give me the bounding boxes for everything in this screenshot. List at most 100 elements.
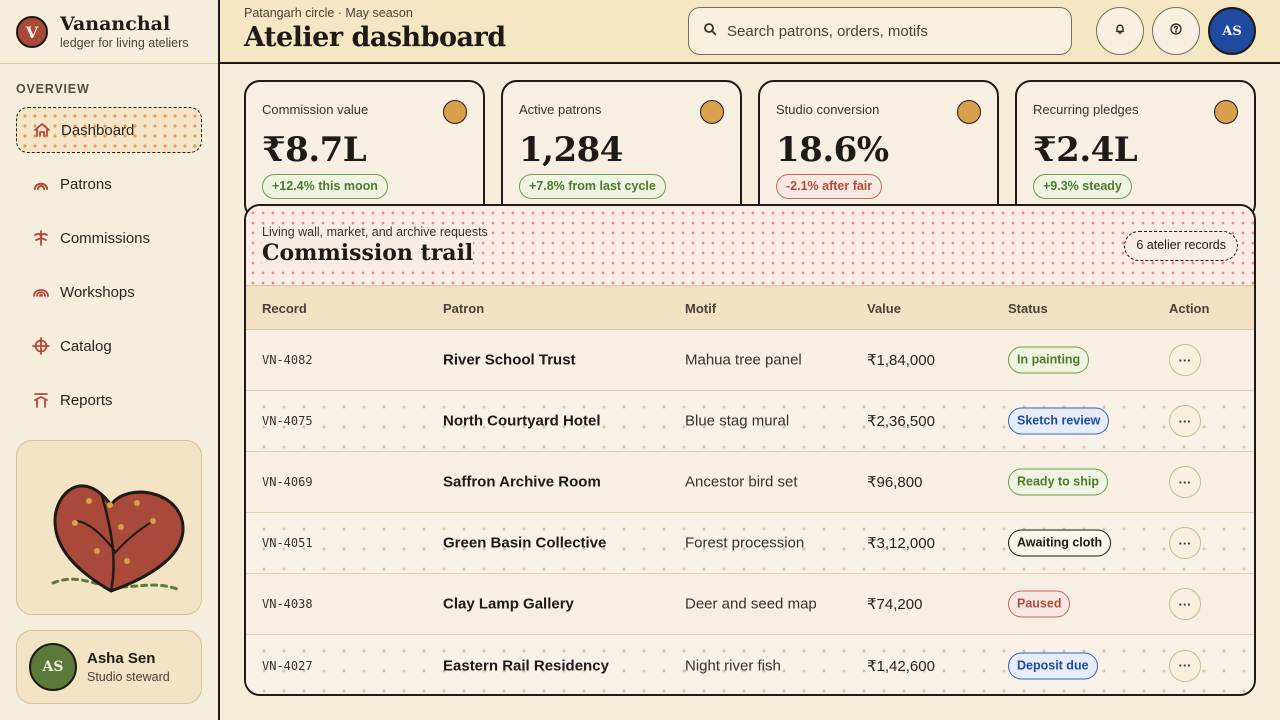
commission-panel: Living wall, market, and archive request…	[244, 204, 1256, 696]
status-badge: Sketch review	[1008, 407, 1110, 435]
brand-subtitle: ledger for living ateliers	[60, 36, 189, 50]
sidebar-item-label: Workshops	[60, 283, 135, 301]
stat-label: Recurring pledges	[1033, 102, 1139, 117]
more-actions-button[interactable]: ···	[1169, 344, 1201, 376]
status-cell: Ready to ship	[1008, 468, 1108, 496]
user-card[interactable]: AS Asha Sen Studio steward	[16, 630, 202, 704]
record-id: VN-4075	[262, 414, 313, 428]
stat-dot-icon	[1214, 100, 1238, 124]
stat-value: ₹8.7L	[262, 130, 367, 170]
stat-value: 1,284	[519, 130, 623, 170]
patron-name: River School Trust	[443, 351, 576, 369]
motif: Forest procession	[685, 534, 805, 552]
sidebar-item-label: Catalog	[60, 337, 112, 355]
record-id: VN-4069	[262, 475, 313, 489]
stat-card-studio-conversion: Studio conversion 18.6% -2.1% after fair	[758, 80, 999, 220]
table-header: Record Patron Motif Value Status Action	[246, 286, 1254, 330]
more-actions-button[interactable]: ···	[1169, 527, 1201, 559]
table-row[interactable]: VN-4069 Saffron Archive Room Ancestor bi…	[246, 452, 1254, 513]
search-icon	[703, 22, 717, 41]
action-cell: ···	[1169, 344, 1201, 376]
more-actions-button[interactable]: ···	[1169, 405, 1201, 437]
more-actions-button[interactable]: ···	[1169, 649, 1201, 682]
target-icon	[32, 337, 50, 355]
stat-card-active-patrons: Active patrons 1,284 +7.8% from last cyc…	[501, 80, 742, 220]
sprout-icon	[32, 229, 50, 247]
stat-delta-badge: +9.3% steady	[1033, 174, 1132, 199]
panel-eyebrow: Living wall, market, and archive request…	[262, 225, 488, 239]
sidebar: V Vananchal ledger for living ateliers O…	[0, 0, 220, 720]
help-button[interactable]	[1152, 7, 1200, 55]
column-header-action: Action	[1169, 301, 1210, 316]
more-actions-button[interactable]: ···	[1169, 588, 1201, 620]
profile-avatar-button[interactable]: AS	[1208, 7, 1256, 55]
stat-delta-badge: -2.1% after fair	[776, 174, 883, 199]
sidebar-item-catalog[interactable]: Catalog	[16, 323, 202, 369]
table-row[interactable]: VN-4038 Clay Lamp Gallery Deer and seed …	[246, 574, 1254, 635]
bell-icon	[1114, 22, 1126, 40]
status-badge: Deposit due	[1008, 652, 1098, 679]
sidebar-divider	[0, 63, 218, 64]
patron-name: North Courtyard Hotel	[443, 412, 601, 430]
sidebar-nav: Dashboard Patrons Commissions Workshops …	[16, 107, 202, 431]
status-cell: Paused	[1008, 590, 1071, 618]
sidebar-item-reports[interactable]: Reports	[16, 377, 202, 423]
action-cell: ···	[1169, 405, 1201, 437]
brand[interactable]: V Vananchal ledger for living ateliers	[16, 12, 189, 52]
action-cell: ···	[1169, 527, 1201, 559]
action-cell: ···	[1169, 649, 1201, 682]
value: ₹1,42,600	[867, 657, 935, 675]
search-box[interactable]	[688, 7, 1072, 55]
status-cell: In painting	[1008, 346, 1090, 374]
column-header-motif: Motif	[685, 301, 717, 316]
sidebar-item-label: Commissions	[60, 229, 151, 247]
stat-delta-badge: +12.4% this moon	[262, 174, 388, 199]
search-input[interactable]	[727, 22, 1047, 40]
motif: Deer and seed map	[685, 595, 817, 613]
patron-name: Eastern Rail Residency	[443, 657, 609, 674]
table-row[interactable]: VN-4051 Green Basin Collective Forest pr…	[246, 513, 1254, 574]
brand-name: Vananchal	[60, 13, 171, 35]
panel-header: Living wall, market, and archive request…	[246, 206, 1254, 286]
stack-icon	[32, 391, 50, 409]
action-cell: ···	[1169, 588, 1201, 620]
arc-icon	[32, 175, 50, 193]
avatar: AS	[29, 643, 77, 691]
stat-card-recurring-pledges: Recurring pledges ₹2.4L +9.3% steady	[1015, 80, 1256, 220]
column-header-value: Value	[867, 301, 901, 316]
user-name: Asha Sen	[87, 650, 156, 667]
status-badge: Ready to ship	[1008, 468, 1108, 496]
stat-dot-icon	[700, 100, 724, 124]
value: ₹3,12,000	[867, 535, 935, 552]
top-header: Patangarh circle · May season Atelier da…	[220, 0, 1280, 64]
sidebar-item-label: Reports	[60, 391, 113, 409]
breadcrumb: Patangarh circle · May season	[244, 6, 413, 20]
rainbow-icon	[32, 283, 50, 301]
more-actions-button[interactable]: ···	[1169, 466, 1201, 498]
sidebar-item-workshops[interactable]: Workshops	[16, 269, 202, 315]
stat-delta-badge: +7.8% from last cycle	[519, 174, 666, 199]
patron-name: Clay Lamp Gallery	[443, 595, 574, 613]
table-row[interactable]: VN-4027 Eastern Rail Residency Night riv…	[246, 635, 1254, 694]
stat-value: 18.6%	[776, 130, 889, 170]
stat-dot-icon	[957, 100, 981, 124]
table-row[interactable]: VN-4082 River School Trust Mahua tree pa…	[246, 330, 1254, 391]
stat-value: ₹2.4L	[1033, 130, 1138, 170]
table-row[interactable]: VN-4075 North Courtyard Hotel Blue stag …	[246, 391, 1254, 452]
patron-name: Green Basin Collective	[443, 534, 607, 552]
home-icon	[33, 121, 51, 139]
panel-title: Commission trail	[262, 240, 474, 266]
value: ₹1,84,000	[867, 352, 935, 369]
user-role: Studio steward	[87, 670, 170, 684]
sidebar-item-commissions[interactable]: Commissions	[16, 215, 202, 261]
column-header-record: Record	[262, 301, 307, 316]
notifications-button[interactable]	[1096, 7, 1144, 55]
sidebar-item-label: Patrons	[60, 175, 112, 193]
help-icon	[1170, 22, 1182, 40]
sidebar-item-patrons[interactable]: Patrons	[16, 161, 202, 207]
motif: Mahua tree panel	[685, 351, 802, 369]
sidebar-item-label: Dashboard	[61, 121, 135, 139]
value: ₹74,200	[867, 596, 923, 613]
column-header-status: Status	[1008, 301, 1048, 316]
sidebar-item-dashboard[interactable]: Dashboard	[16, 107, 202, 153]
